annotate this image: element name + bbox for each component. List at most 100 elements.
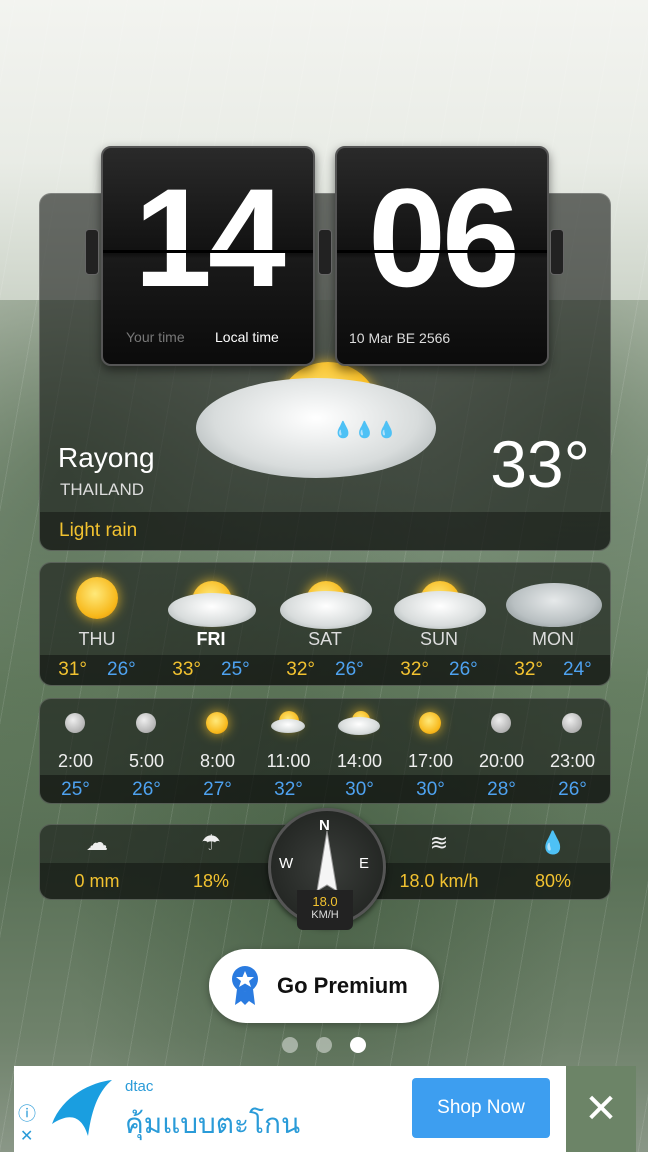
forecast-day[interactable]: FRI 33° 25° xyxy=(154,563,268,685)
moon-icon xyxy=(136,713,156,733)
go-premium-label: Go Premium xyxy=(277,973,408,998)
clock-minute: 06 xyxy=(368,159,520,316)
cloud-rain-icon xyxy=(168,593,256,627)
chance-item: ☂ 18% xyxy=(154,825,268,899)
moon-icon xyxy=(562,713,582,733)
moon-icon xyxy=(65,713,85,733)
hourly-item: 20:00 28° xyxy=(466,699,537,803)
hourly-item: 8:00 27° xyxy=(182,699,253,803)
wind-unit: KM/H xyxy=(311,909,339,921)
forecast-high: 32° xyxy=(400,659,429,680)
hourly-time: 5:00 xyxy=(128,751,165,771)
hourly-temp: 26° xyxy=(558,779,587,800)
wind-icon: ≋ xyxy=(429,831,449,856)
hourly-item: 5:00 26° xyxy=(111,699,182,803)
cloud-rain-icon: ☁ xyxy=(86,831,108,856)
forecast-day[interactable]: MON 32° 24° xyxy=(496,563,610,685)
hourly-temp: 30° xyxy=(416,779,445,800)
humidity-icon: 💧 xyxy=(539,831,567,856)
condition-text: Light rain xyxy=(59,520,138,541)
clock-hinge xyxy=(318,229,332,275)
humidity-value: 80% xyxy=(534,871,572,891)
clock-hinge xyxy=(85,229,99,275)
shop-now-button[interactable]: Shop Now xyxy=(412,1078,550,1138)
country-name: THAILAND xyxy=(60,480,145,499)
hourly-temp: 30° xyxy=(345,779,374,800)
cloud-rain-icon xyxy=(394,591,486,629)
hourly-item: 23:00 26° xyxy=(537,699,608,803)
forecast-day[interactable]: SAT 32° 26° xyxy=(268,563,382,685)
cloud-rain-icon xyxy=(338,717,380,735)
flip-divider xyxy=(103,250,313,253)
hourly-temp: 25° xyxy=(61,779,90,800)
forecast-low: 26° xyxy=(449,659,478,680)
go-premium-button[interactable]: Go Premium xyxy=(209,949,439,1023)
wind-value: 18.0 km/h xyxy=(399,871,479,891)
hourly-time: 23:00 xyxy=(549,751,596,771)
forecast-day-label: SAT xyxy=(308,629,342,649)
forecast-high: 31° xyxy=(58,659,87,680)
ad-dismiss-icon[interactable]: ✕ xyxy=(20,1126,33,1145)
ad-info-icon[interactable]: ⓘ xyxy=(18,1100,36,1126)
hourly-time: 14:00 xyxy=(336,751,383,771)
rain-drops-icon: 💧💧💧 xyxy=(333,420,399,439)
ad-close-button[interactable]: ✕ xyxy=(566,1066,636,1152)
forecast-day-label: MON xyxy=(532,629,574,649)
hourly-time: 8:00 xyxy=(199,751,236,771)
forecast-day-label: THU xyxy=(78,629,116,649)
flip-divider xyxy=(337,250,547,253)
forecast-low: 25° xyxy=(221,659,250,680)
rain-chance-icon: ☂ xyxy=(201,831,221,856)
wind-item: ≋ 18.0 km/h xyxy=(382,825,496,899)
hourly-forecast-panel[interactable]: 2:00 25° 5:00 26° 8:00 27° 11:00 32° 14:… xyxy=(39,698,611,804)
sun-icon xyxy=(206,712,228,734)
precip-value: 0 mm xyxy=(74,871,120,891)
sun-icon xyxy=(76,577,118,619)
clock-hinge xyxy=(550,229,564,275)
ad-banner[interactable]: ⓘ ✕ dtac คุ้มแบบตะโกน Shop Now xyxy=(14,1066,566,1152)
cloud-icon xyxy=(196,378,436,478)
page-dot-active[interactable] xyxy=(350,1037,366,1053)
chance-value: 18% xyxy=(192,871,230,891)
city-name: Rayong xyxy=(58,442,155,473)
forecast-low: 26° xyxy=(335,659,364,680)
forecast-day[interactable]: SUN 32° 26° xyxy=(382,563,496,685)
page-dot[interactable] xyxy=(282,1037,298,1053)
thunderstorm-icon xyxy=(506,583,602,627)
forecast-high: 32° xyxy=(286,659,315,680)
moon-icon xyxy=(491,713,511,733)
local-time-label[interactable]: Local time xyxy=(215,329,279,345)
hourly-time: 11:00 xyxy=(266,751,311,771)
current-temperature: 33° xyxy=(490,427,590,501)
forecast-day-label: SUN xyxy=(419,629,458,649)
ad-brand: dtac xyxy=(125,1078,154,1095)
sun-icon xyxy=(419,712,441,734)
clock-hour: 14 xyxy=(134,159,286,316)
hourly-item: 2:00 25° xyxy=(40,699,111,803)
hourly-time: 17:00 xyxy=(407,751,454,771)
hourly-temp: 26° xyxy=(132,779,161,800)
hourly-item: 11:00 32° xyxy=(253,699,324,803)
your-time-label[interactable]: Your time xyxy=(126,329,185,345)
forecast-day-label: FRI xyxy=(196,629,226,649)
wind-speed-box: 18.0 KM/H xyxy=(297,890,353,930)
ad-slogan: คุ้มแบบตะโกน xyxy=(125,1107,301,1140)
page-dot[interactable] xyxy=(316,1037,332,1053)
daily-forecast-panel[interactable]: THU 31° 26° FRI 33° 25° SAT 32° 26° SUN 32°… xyxy=(39,562,611,686)
forecast-low: 24° xyxy=(563,659,592,680)
premium-badge-icon xyxy=(232,966,258,1005)
hourly-temp: 28° xyxy=(487,779,516,800)
wind-speed: 18.0 xyxy=(312,894,338,909)
cloud-rain-icon xyxy=(280,591,372,629)
dtac-logo-icon xyxy=(52,1080,112,1136)
hourly-time: 2:00 xyxy=(57,751,94,771)
hourly-temp: 27° xyxy=(203,779,232,800)
forecast-high: 33° xyxy=(172,659,201,680)
hourly-temp: 32° xyxy=(274,779,303,800)
hourly-item: 17:00 30° xyxy=(395,699,466,803)
date-label: 10 Mar BE 2566 xyxy=(349,330,451,346)
humidity-item: 💧 80% xyxy=(496,825,610,899)
hourly-time: 20:00 xyxy=(478,751,525,771)
forecast-high: 32° xyxy=(514,659,543,680)
forecast-day[interactable]: THU 31° 26° xyxy=(40,563,154,685)
